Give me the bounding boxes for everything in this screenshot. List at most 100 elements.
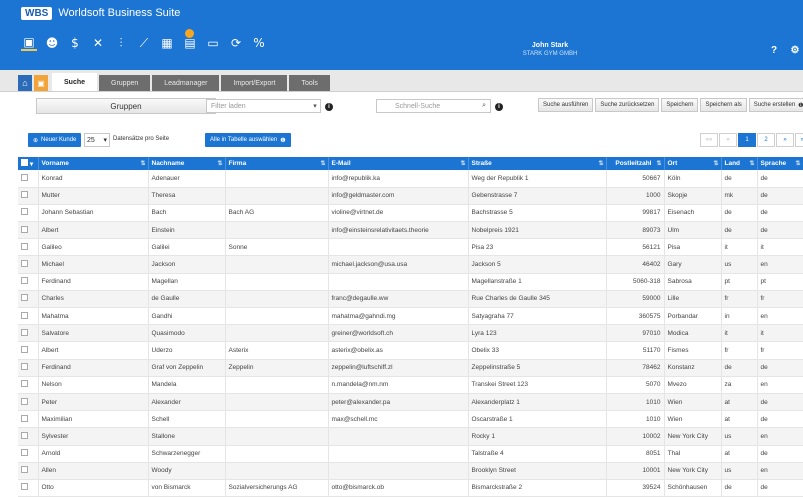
reset-search-button[interactable]: Suche zurücksetzen xyxy=(595,98,660,112)
row-checkbox[interactable] xyxy=(21,483,28,491)
tab-import-export[interactable]: Import/Export xyxy=(221,75,288,91)
row-select-cell[interactable] xyxy=(18,324,39,343)
contact-card-icon[interactable]: ▣ xyxy=(34,75,48,91)
column-strasse[interactable]: Straße ⇅ xyxy=(468,157,607,170)
row-select-cell[interactable] xyxy=(18,376,39,394)
column-land[interactable]: Land ⇅ xyxy=(721,157,758,170)
line-chart-icon[interactable]: ⟋ xyxy=(136,35,152,51)
page-1-button[interactable]: 1 xyxy=(738,133,756,147)
row-select-cell[interactable] xyxy=(18,359,39,377)
row-checkbox[interactable] xyxy=(21,449,28,457)
address-card-icon[interactable]: ▣ xyxy=(21,35,37,51)
row-checkbox[interactable] xyxy=(21,466,28,474)
run-search-button[interactable]: Suche ausführen xyxy=(538,98,594,112)
row-select-cell[interactable] xyxy=(18,393,39,412)
row-checkbox[interactable] xyxy=(21,431,28,439)
row-checkbox[interactable] xyxy=(21,345,28,353)
filter-info-icon[interactable]: i xyxy=(325,103,333,111)
tab-leadmanager[interactable]: Leadmanager xyxy=(152,75,220,91)
row-select-cell[interactable] xyxy=(18,445,39,463)
settings-icon[interactable]: ⚙ xyxy=(789,44,801,56)
save-as-button[interactable]: Speichern als xyxy=(700,98,747,112)
row-checkbox[interactable] xyxy=(21,225,28,233)
filter-select[interactable]: Filter laden ▾ xyxy=(206,99,321,113)
row-checkbox[interactable] xyxy=(21,173,28,181)
row-select-cell[interactable] xyxy=(18,290,39,309)
quick-search-input[interactable]: Schnell-Suche ⌕ xyxy=(376,99,491,113)
row-select-cell[interactable] xyxy=(18,479,39,497)
tools-icon[interactable]: ✕ xyxy=(90,35,106,51)
column-nachname[interactable]: Nachname ⇅ xyxy=(148,157,226,170)
table-row[interactable]: Maximilian Schell max@schell.mc Oscarstraße… xyxy=(18,410,803,429)
row-checkbox[interactable] xyxy=(21,311,28,319)
tab-suche[interactable]: Suche xyxy=(52,73,98,91)
dollar-chart-icon[interactable]: ⫶ xyxy=(113,35,129,51)
table-row[interactable]: Albert Uderzo Asterix asterix@obelix.as Obel… xyxy=(18,341,803,360)
search-icon[interactable]: ⌕ xyxy=(482,102,490,110)
table-row[interactable]: Salvatore Quasimodo greiner@worldsoft.ch Ly… xyxy=(18,324,803,343)
prev-page-button[interactable]: « xyxy=(719,133,737,147)
new-customer-button[interactable]: ⊕ Neuer Kunde xyxy=(28,133,82,147)
percent-icon[interactable]: % xyxy=(251,35,267,51)
groups-button[interactable]: Gruppen xyxy=(36,98,216,114)
row-checkbox[interactable] xyxy=(21,414,28,422)
row-checkbox[interactable] xyxy=(21,363,28,371)
row-checkbox[interactable] xyxy=(21,294,28,302)
document-icon[interactable]: ▤ xyxy=(182,29,198,51)
help-icon[interactable]: ? xyxy=(768,44,780,56)
row-checkbox[interactable] xyxy=(21,397,28,405)
column-postleitzahl[interactable]: Postleitzahl ⇅ xyxy=(606,157,665,170)
row-select-cell[interactable] xyxy=(18,255,39,274)
row-checkbox[interactable] xyxy=(21,191,28,199)
create-search-button[interactable]: Suche erstellen ❶ ▾ xyxy=(748,98,803,112)
save-button[interactable]: Speichern xyxy=(661,98,699,112)
row-checkbox[interactable] xyxy=(21,328,28,336)
table-row[interactable]: Mutter Theresa info@geldmaster.com Gebenstr… xyxy=(18,187,803,205)
column-sprache[interactable]: Sprache ⇅ xyxy=(757,157,803,170)
home-icon[interactable]: ⌂ xyxy=(18,75,32,91)
table-row[interactable]: Ferdinand Graf von Zeppelin Zeppelin zeppel… xyxy=(18,359,803,377)
checkbox[interactable] xyxy=(21,159,28,166)
row-select-cell[interactable] xyxy=(18,427,39,446)
table-row[interactable]: Ferdinand Magellan Magellanstraße 1 5060-31… xyxy=(18,273,803,291)
coins-icon[interactable]: $ xyxy=(67,35,83,51)
refresh-icon[interactable]: ⟳ xyxy=(228,35,244,51)
table-row[interactable]: Galileo Galilei Sonne Pisa 23 56121 Pisa it it xyxy=(18,238,803,257)
last-page-button[interactable]: »» xyxy=(795,133,803,147)
table-row[interactable]: Nelson Mandela n.mandela@nm.nm Transkei Str… xyxy=(18,376,803,394)
table-row[interactable]: Sylvester Stallone Rocky 1 10002 New York Ci… xyxy=(18,427,803,446)
row-select-cell[interactable] xyxy=(18,221,39,240)
calendar-icon[interactable]: ▦ xyxy=(159,35,175,51)
row-select-cell[interactable] xyxy=(18,238,39,257)
table-row[interactable]: Arnold Schwarzenegger Talstraße 4 8051 Thal a… xyxy=(18,445,803,463)
table-row[interactable]: Michael Jackson michael.jackson@usa.usa Jac… xyxy=(18,255,803,274)
table-row[interactable]: Konrad Adenauer info@republik.ka Weg der Re… xyxy=(18,170,803,188)
first-page-button[interactable]: «« xyxy=(700,133,718,147)
row-select-cell[interactable] xyxy=(18,170,39,188)
column-firma[interactable]: Firma ⇅ xyxy=(225,157,329,170)
select-all-checkbox[interactable]: ▾ xyxy=(18,157,39,170)
table-row[interactable]: Allen Woody Brooklyn Street 10001 New York C… xyxy=(18,462,803,480)
users-icon[interactable]: ☻ xyxy=(44,35,60,51)
table-row[interactable]: Peter Alexander peter@alexander.pa Alexande… xyxy=(18,393,803,412)
column-vorname[interactable]: Vorname ⇅ xyxy=(38,157,149,170)
row-select-cell[interactable] xyxy=(18,307,39,326)
page-2-button[interactable]: 2 xyxy=(757,133,775,147)
next-page-button[interactable]: » xyxy=(776,133,794,147)
row-select-cell[interactable] xyxy=(18,187,39,205)
table-row[interactable]: Mahatma Gandhi mahatma@gahndi.mg Satyagraha… xyxy=(18,307,803,326)
row-checkbox[interactable] xyxy=(21,260,28,268)
table-row[interactable]: Johann Sebastian Bach Bach AG violine@virtn… xyxy=(18,204,803,223)
brand[interactable]: WBS Worldsoft Business Suite xyxy=(21,6,180,20)
row-checkbox[interactable] xyxy=(21,208,28,216)
select-all-button[interactable]: Alle in Tabelle auswählen ❶ xyxy=(205,133,291,147)
row-select-cell[interactable] xyxy=(18,204,39,223)
tab-gruppen[interactable]: Gruppen xyxy=(99,75,151,91)
table-row[interactable]: Otto von Bismarck Sozialversicherungs AG ot… xyxy=(18,479,803,497)
row-checkbox[interactable] xyxy=(21,277,28,285)
row-select-cell[interactable] xyxy=(18,341,39,360)
row-select-cell[interactable] xyxy=(18,462,39,480)
quick-search-info-icon[interactable]: i xyxy=(495,103,503,111)
user-info[interactable]: John Stark STARK GYM GMBH xyxy=(490,42,610,57)
row-checkbox[interactable] xyxy=(21,380,28,388)
